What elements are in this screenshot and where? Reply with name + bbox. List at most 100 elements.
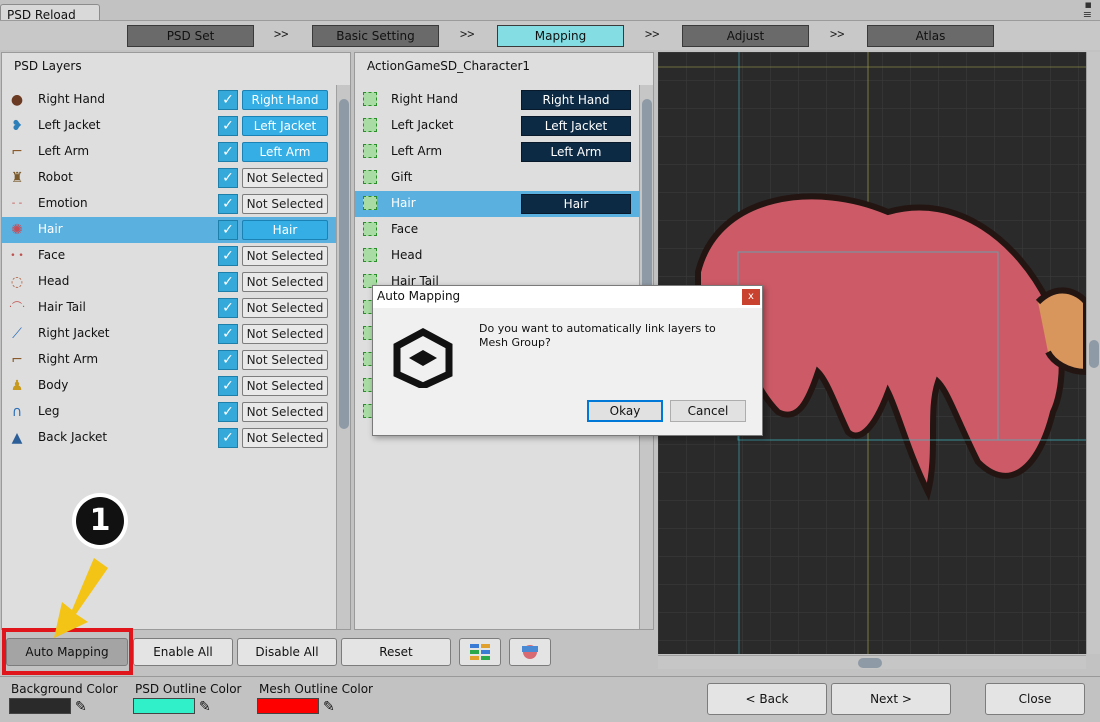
layer-mapping-button[interactable]: Not Selected (242, 376, 328, 396)
psd-layers-scrollbar[interactable] (336, 85, 350, 629)
step-basic-setting[interactable]: Basic Setting (312, 25, 439, 47)
mesh-name: Left Jacket (391, 118, 454, 132)
layer-mapping-button[interactable]: Not Selected (242, 402, 328, 422)
arm-icon: ⌐ (11, 144, 23, 160)
layer-mapping-button[interactable]: Not Selected (242, 350, 328, 370)
auto-mapping-dialog: Auto Mapping x Do you want to automatica… (372, 285, 763, 436)
psd-layer-row[interactable]: ▲ Back Jacket ✓ Not Selected (2, 425, 336, 451)
psd-layers-panel: PSD Layers ● Right Hand ✓ Right Hand ❥ L… (1, 52, 351, 630)
layer-mapping-button[interactable]: Not Selected (242, 428, 328, 448)
psd-layer-row[interactable]: ⌐ Left Arm ✓ Left Arm (2, 139, 336, 165)
layer-enable-checkbox[interactable]: ✓ (218, 428, 238, 448)
layer-enable-checkbox[interactable]: ✓ (218, 220, 238, 240)
mesh-icon (363, 144, 377, 158)
mesh-row[interactable]: Right Hand Right Hand (355, 87, 639, 113)
psd-layer-row[interactable]: ♟ Body ✓ Not Selected (2, 373, 336, 399)
mesh-row[interactable]: Left Arm Left Arm (355, 139, 639, 165)
window-menu-icon[interactable]: ▪ ≡ (1083, 0, 1092, 20)
dialog-close-button[interactable]: x (742, 289, 760, 305)
layer-mapping-button[interactable]: Left Arm (242, 142, 328, 162)
psd-layer-list: ● Right Hand ✓ Right Hand ❥ Left Jacket … (2, 85, 336, 631)
dialog-cancel-button[interactable]: Cancel (670, 400, 746, 422)
step-atlas[interactable]: Atlas (867, 25, 994, 47)
mesh-row[interactable]: Face (355, 217, 639, 243)
layer-enable-checkbox[interactable]: ✓ (218, 402, 238, 422)
mesh-name: Right Hand (391, 92, 459, 106)
scrollbar-thumb[interactable] (339, 99, 349, 429)
layer-name: Robot (38, 170, 73, 184)
layer-enable-checkbox[interactable]: ✓ (218, 116, 238, 136)
enable-all-button[interactable]: Enable All (133, 638, 233, 666)
layer-mapping-button[interactable]: Not Selected (242, 194, 328, 214)
psd-outline-color-swatch[interactable] (133, 698, 195, 714)
dialog-title: Auto Mapping (373, 286, 762, 308)
layer-grid-icon[interactable] (459, 638, 501, 666)
scrollbar-thumb[interactable] (1089, 340, 1099, 368)
close-button[interactable]: Close (985, 683, 1085, 715)
psd-layer-row[interactable]: ❥ Left Jacket ✓ Left Jacket (2, 113, 336, 139)
layer-enable-checkbox[interactable]: ✓ (218, 376, 238, 396)
back-button[interactable]: < Back (707, 683, 827, 715)
psd-layer-row[interactable]: ⟋ Right Jacket ✓ Not Selected (2, 321, 336, 347)
layer-enable-checkbox[interactable]: ✓ (218, 168, 238, 188)
layer-enable-checkbox[interactable]: ✓ (218, 90, 238, 110)
disable-all-button[interactable]: Disable All (237, 638, 337, 666)
layer-mapping-button[interactable]: Right Hand (242, 90, 328, 110)
viewport-vscrollbar[interactable] (1086, 52, 1100, 654)
mesh-icon (363, 92, 377, 106)
next-button[interactable]: Next > (831, 683, 951, 715)
psd-layer-row[interactable]: ∩ Leg ✓ Not Selected (2, 399, 336, 425)
arm-icon: ⌐ (11, 352, 23, 368)
mesh-outline-color-swatch[interactable] (257, 698, 319, 714)
psd-layer-row[interactable]: ⌐ Right Arm ✓ Not Selected (2, 347, 336, 373)
step-psd-set[interactable]: PSD Set (127, 25, 254, 47)
mesh-row[interactable]: Hair Hair (355, 191, 639, 217)
psd-layer-row[interactable]: ● Right Hand ✓ Right Hand (2, 87, 336, 113)
background-color-swatch[interactable] (9, 698, 71, 714)
layer-mapping-button[interactable]: Not Selected (242, 324, 328, 344)
psd-layer-row[interactable]: • • Face ✓ Not Selected (2, 243, 336, 269)
scrollbar-thumb[interactable] (858, 658, 882, 668)
eyedropper-icon[interactable]: ✎ (323, 699, 335, 715)
psd-layers-title: PSD Layers (14, 59, 82, 73)
layer-mapping-button[interactable]: Not Selected (242, 272, 328, 292)
mesh-icon (363, 170, 377, 184)
layer-enable-checkbox[interactable]: ✓ (218, 324, 238, 344)
character-preview-icon[interactable] (509, 638, 551, 666)
layer-mapping-button[interactable]: Left Jacket (242, 116, 328, 136)
psd-layer-row[interactable]: ♜ Robot ✓ Not Selected (2, 165, 336, 191)
mesh-row[interactable]: Left Jacket Left Jacket (355, 113, 639, 139)
reset-button[interactable]: Reset (341, 638, 451, 666)
layer-name: Left Jacket (38, 118, 101, 132)
layer-enable-checkbox[interactable]: ✓ (218, 298, 238, 318)
layer-enable-checkbox[interactable]: ✓ (218, 272, 238, 292)
step-mapping[interactable]: Mapping (497, 25, 624, 47)
dialog-okay-button[interactable]: Okay (587, 400, 663, 422)
eyedropper-icon[interactable]: ✎ (199, 699, 211, 715)
layer-mapping-button[interactable]: Hair (242, 220, 328, 240)
psd-layer-row[interactable]: ◌ Head ✓ Not Selected (2, 269, 336, 295)
step-adjust[interactable]: Adjust (682, 25, 809, 47)
psd-layer-row[interactable]: ✺ Hair ✓ Hair (2, 217, 336, 243)
layer-enable-checkbox[interactable]: ✓ (218, 142, 238, 162)
mesh-row[interactable]: Head (355, 243, 639, 269)
layer-enable-checkbox[interactable]: ✓ (218, 246, 238, 266)
psd-layer-row[interactable]: - - Emotion ✓ Not Selected (2, 191, 336, 217)
auto-mapping-button[interactable]: Auto Mapping (6, 638, 128, 666)
layer-enable-checkbox[interactable]: ✓ (218, 194, 238, 214)
viewport-hscrollbar[interactable] (658, 655, 1086, 669)
mesh-link-tag: Right Hand (521, 90, 631, 110)
unity-logo-icon (393, 328, 453, 388)
psd-layer-row[interactable]: ·⌒· Hair Tail ✓ Not Selected (2, 295, 336, 321)
mesh-row[interactable]: Gift (355, 165, 639, 191)
eyedropper-icon[interactable]: ✎ (75, 699, 87, 715)
layer-name: Left Arm (38, 144, 90, 158)
layer-enable-checkbox[interactable]: ✓ (218, 350, 238, 370)
layer-mapping-button[interactable]: Not Selected (242, 298, 328, 318)
layer-mapping-button[interactable]: Not Selected (242, 246, 328, 266)
layer-name: Hair (38, 222, 63, 236)
dialog-message: Do you want to automatically link layers… (479, 322, 716, 349)
layer-name: Face (38, 248, 66, 262)
layer-mapping-button[interactable]: Not Selected (242, 168, 328, 188)
leg-icon: ∩ (11, 404, 23, 420)
